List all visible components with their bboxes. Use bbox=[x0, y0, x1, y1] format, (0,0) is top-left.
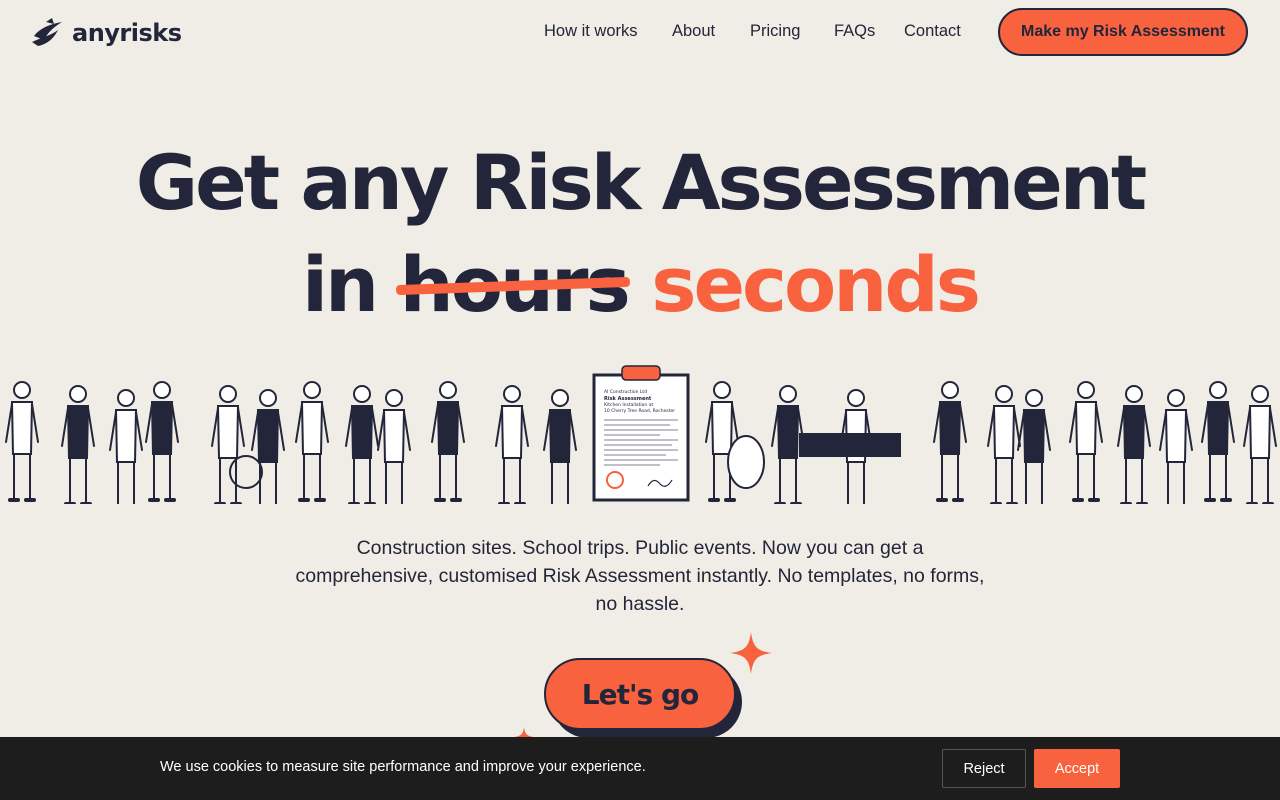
accept-cookies-button[interactable]: Accept bbox=[1034, 749, 1120, 788]
clipboard-line3: 10 Cherry Tree Road, Rochester bbox=[604, 408, 675, 414]
hero-description: Construction sites. School trips. Public… bbox=[295, 537, 985, 615]
site-header: anyrisks How it works About Pricing FAQs… bbox=[0, 0, 1280, 64]
headline-in: in bbox=[301, 240, 379, 329]
person-figure bbox=[251, 389, 285, 504]
person-figure bbox=[495, 385, 529, 504]
person-figure bbox=[1243, 385, 1277, 504]
person-figure bbox=[987, 385, 1021, 504]
headline-struck-word: hours bbox=[399, 240, 631, 329]
headline-accent-word: seconds bbox=[651, 240, 981, 329]
cookie-message: We use cookies to measure site performan… bbox=[160, 759, 646, 775]
nav-about[interactable]: About bbox=[672, 22, 715, 41]
person-figure bbox=[1117, 385, 1151, 504]
person-figure bbox=[1159, 389, 1193, 504]
cookie-banner: We use cookies to measure site performan… bbox=[0, 737, 1280, 800]
lets-go-button[interactable]: Let's go bbox=[544, 658, 736, 730]
clipboard-line1: Risk Assessment bbox=[604, 396, 652, 402]
person-figure bbox=[1069, 381, 1103, 502]
wheelchair-wheel-shape bbox=[229, 455, 263, 489]
person-figure bbox=[431, 381, 465, 502]
person-figure bbox=[543, 389, 577, 504]
person-figure bbox=[109, 389, 143, 504]
people-illustration: AI Construction Ltd Risk Assessment Kitc… bbox=[5, 365, 1277, 504]
person-figure bbox=[377, 389, 411, 504]
nav-how-it-works[interactable]: How it works bbox=[544, 22, 638, 41]
person-figure bbox=[145, 381, 179, 502]
person-figure bbox=[295, 381, 329, 502]
nav-faqs[interactable]: FAQs bbox=[834, 22, 875, 41]
clipboard-line2: Kitchen Installation at bbox=[604, 402, 653, 408]
logo[interactable]: anyrisks bbox=[32, 16, 182, 50]
nav-pricing[interactable]: Pricing bbox=[750, 22, 800, 41]
person-figure bbox=[5, 381, 39, 502]
nav-contact[interactable]: Contact bbox=[904, 22, 961, 41]
hero-headline-line2: in hours seconds bbox=[0, 240, 1280, 329]
make-risk-assessment-button[interactable]: Make my Risk Assessment bbox=[998, 8, 1248, 56]
person-figure bbox=[1201, 381, 1235, 502]
person-figure bbox=[1017, 389, 1051, 504]
person-figure bbox=[345, 385, 379, 504]
hero-headline-line1: Get any Risk Assessment bbox=[135, 138, 1147, 227]
reject-cookies-button[interactable]: Reject bbox=[942, 749, 1026, 788]
person-figure bbox=[705, 381, 739, 502]
lets-go-wrapper: Let's go bbox=[544, 658, 744, 738]
person-figure bbox=[61, 385, 95, 504]
swoosh-logo-icon bbox=[32, 18, 62, 46]
double-bass-shape bbox=[727, 435, 765, 489]
clipboard-document-icon: AI Construction Ltd Risk Assessment Kitc… bbox=[592, 365, 690, 502]
logo-wordmark: anyrisks bbox=[72, 19, 182, 47]
piano-shape bbox=[799, 433, 901, 457]
person-figure bbox=[933, 381, 967, 502]
svg-text:AI Construction Ltd: AI Construction Ltd bbox=[604, 389, 647, 395]
